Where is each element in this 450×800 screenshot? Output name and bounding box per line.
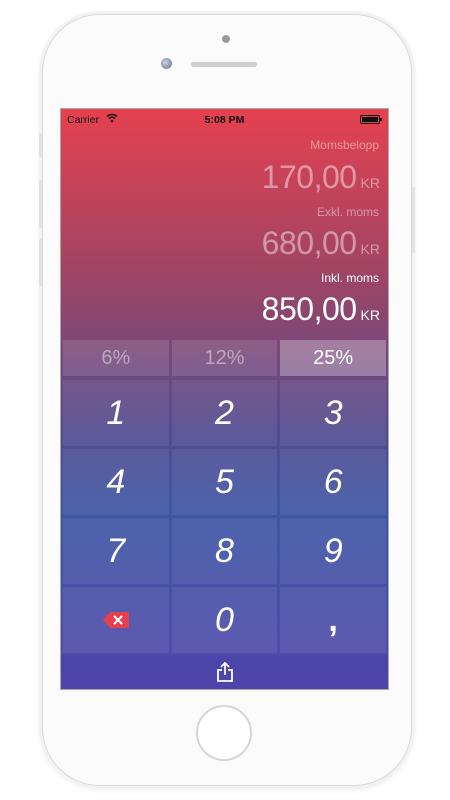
backspace-icon (102, 612, 129, 628)
rate-button-25[interactable]: 25% (280, 340, 387, 376)
home-button[interactable] (196, 705, 252, 761)
incl-vat-label: Inkl. moms (320, 271, 379, 285)
excl-vat-amount[interactable]: 680,00 KR (262, 225, 380, 262)
incl-vat-value: 850,00 (261, 291, 357, 327)
key-comma[interactable]: , (280, 587, 386, 653)
share-bar (61, 655, 388, 689)
key-4[interactable]: 4 (63, 449, 169, 515)
rate-button-6[interactable]: 6% (63, 340, 169, 376)
power-button (412, 187, 415, 253)
incl-vat-currency: KR (360, 307, 380, 323)
rate-button-12[interactable]: 12% (171, 340, 278, 376)
key-7[interactable]: 7 (63, 518, 169, 584)
battery-icon (360, 115, 382, 124)
vat-amount-currency: KR (360, 175, 380, 191)
mute-switch (39, 133, 42, 157)
status-bar: Carrier 5:08 PM (61, 109, 388, 129)
delete-key[interactable] (63, 587, 169, 653)
volume-down-button (39, 239, 42, 287)
key-3[interactable]: 3 (280, 380, 386, 446)
app-screen: Carrier 5:08 PM Momsbelopp 170,00 KR Exkl… (60, 108, 389, 690)
vat-amount-label: Momsbelopp (310, 138, 379, 152)
key-6[interactable]: 6 (280, 449, 386, 515)
excl-vat-currency: KR (360, 241, 380, 257)
excl-vat-value: 680,00 (261, 225, 357, 261)
share-icon[interactable] (216, 662, 234, 682)
key-2[interactable]: 2 (171, 380, 278, 446)
key-9[interactable]: 9 (280, 518, 386, 584)
key-8[interactable]: 8 (171, 518, 278, 584)
clock: 5:08 PM (204, 114, 245, 126)
vat-rate-selector: 6% 12% 25% (63, 340, 387, 376)
front-camera (222, 35, 230, 43)
key-5[interactable]: 5 (171, 449, 278, 515)
vat-amount[interactable]: 170,00 KR (262, 159, 380, 196)
number-keypad: 1 2 3 4 5 6 7 8 9 0 , (63, 380, 386, 653)
key-0[interactable]: 0 (171, 587, 278, 653)
excl-vat-label: Exkl. moms (316, 205, 379, 219)
vat-amount-value: 170,00 (261, 159, 357, 195)
proximity-sensor (161, 58, 172, 69)
incl-vat-amount[interactable]: 850,00 KR (262, 291, 380, 328)
key-1[interactable]: 1 (63, 380, 169, 446)
volume-up-button (39, 180, 42, 228)
earpiece-speaker (191, 62, 257, 67)
